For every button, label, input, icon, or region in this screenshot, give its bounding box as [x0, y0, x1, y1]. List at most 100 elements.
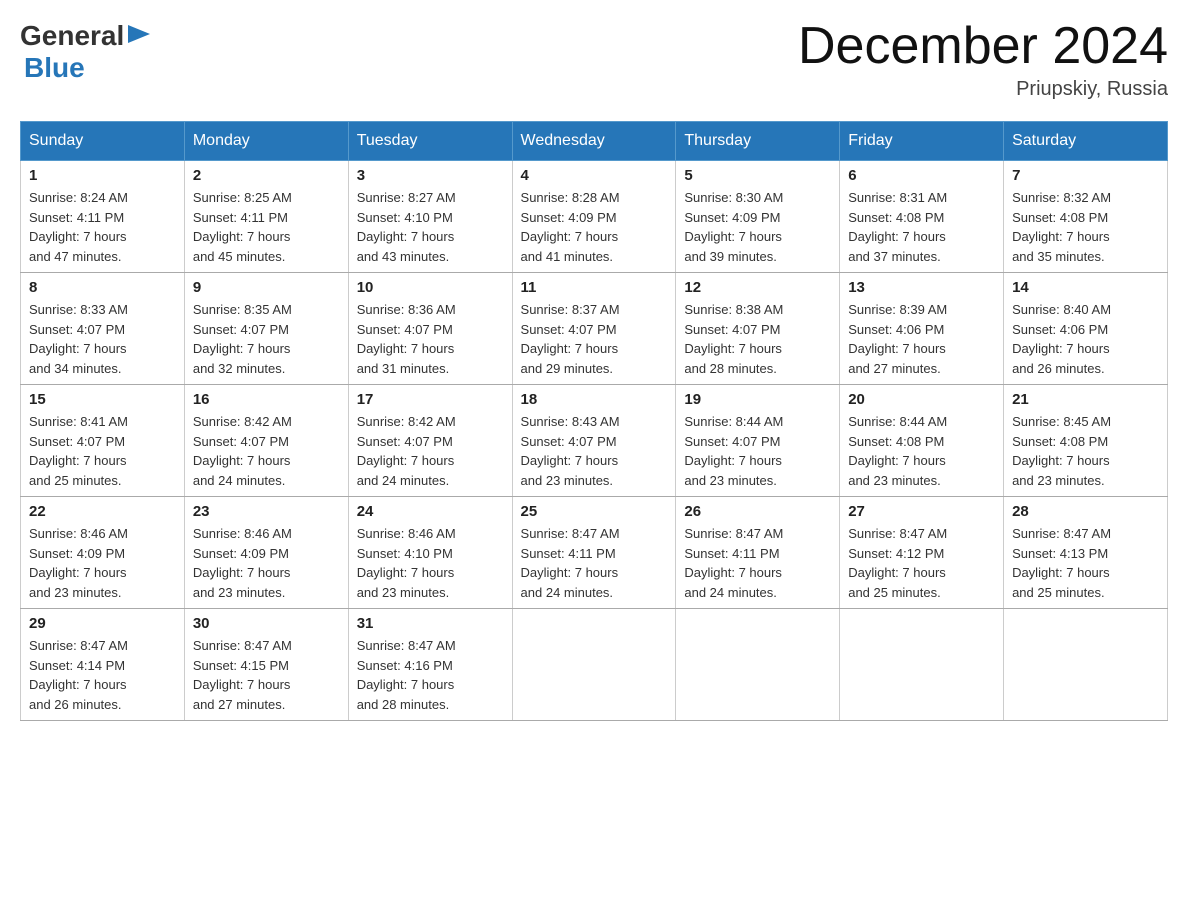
calendar-day-cell: 16 Sunrise: 8:42 AMSunset: 4:07 PMDayligh…	[184, 385, 348, 497]
day-info: Sunrise: 8:46 AMSunset: 4:09 PMDaylight:…	[193, 524, 340, 602]
calendar-week-row: 8Sunrise: 8:33 AMSunset: 4:07 PMDaylight…	[21, 273, 1168, 385]
month-title: December 2024	[798, 20, 1168, 72]
logo-blue-text: Blue	[24, 52, 85, 83]
calendar-day-cell: 3 Sunrise: 8:27 AMSunset: 4:10 PMDaylight…	[348, 161, 512, 273]
day-info: Sunrise: 8:41 AMSunset: 4:07 PMDaylight:…	[29, 412, 176, 490]
calendar-day-cell: 27 Sunrise: 8:47 AMSunset: 4:12 PMDayligh…	[840, 497, 1004, 609]
day-number: 12	[684, 279, 831, 296]
day-info: Sunrise: 8:36 AMSunset: 4:07 PMDaylight:…	[357, 300, 504, 378]
calendar-day-cell: 15Sunrise: 8:41 AMSunset: 4:07 PMDayligh…	[21, 385, 185, 497]
day-number: 2	[193, 167, 340, 184]
day-number: 23	[193, 503, 340, 520]
logo-general-text: General	[20, 20, 124, 52]
day-info: Sunrise: 8:37 AMSunset: 4:07 PMDaylight:…	[521, 300, 668, 378]
day-info: Sunrise: 8:47 AMSunset: 4:14 PMDaylight:…	[29, 636, 176, 714]
calendar-day-cell: 23 Sunrise: 8:46 AMSunset: 4:09 PMDayligh…	[184, 497, 348, 609]
day-number: 1	[29, 167, 176, 184]
calendar-day-cell: 14 Sunrise: 8:40 AMSunset: 4:06 PMDayligh…	[1004, 273, 1168, 385]
location-text: Priupskiy, Russia	[798, 78, 1168, 101]
calendar-day-cell: 21 Sunrise: 8:45 AMSunset: 4:08 PMDayligh…	[1004, 385, 1168, 497]
day-info: Sunrise: 8:35 AMSunset: 4:07 PMDaylight:…	[193, 300, 340, 378]
calendar-header-row: SundayMondayTuesdayWednesdayThursdayFrid…	[21, 122, 1168, 161]
day-number: 25	[521, 503, 668, 520]
logo: General Blue	[20, 20, 152, 84]
calendar-day-cell: 1 Sunrise: 8:24 AMSunset: 4:11 PMDaylight…	[21, 161, 185, 273]
day-info: Sunrise: 8:46 AMSunset: 4:09 PMDaylight:…	[29, 524, 176, 602]
calendar-day-cell: 28Sunrise: 8:47 AMSunset: 4:13 PMDayligh…	[1004, 497, 1168, 609]
day-info: Sunrise: 8:45 AMSunset: 4:08 PMDaylight:…	[1012, 412, 1159, 490]
day-info: Sunrise: 8:47 AMSunset: 4:16 PMDaylight:…	[357, 636, 504, 714]
calendar-day-cell	[512, 609, 676, 721]
calendar-day-cell: 25 Sunrise: 8:47 AMSunset: 4:11 PMDayligh…	[512, 497, 676, 609]
day-number: 10	[357, 279, 504, 296]
calendar-day-cell: 18Sunrise: 8:43 AMSunset: 4:07 PMDayligh…	[512, 385, 676, 497]
day-number: 8	[29, 279, 176, 296]
logo-arrow-icon	[128, 25, 150, 48]
day-number: 9	[193, 279, 340, 296]
day-info: Sunrise: 8:46 AMSunset: 4:10 PMDaylight:…	[357, 524, 504, 602]
day-number: 29	[29, 615, 176, 632]
day-info: Sunrise: 8:31 AMSunset: 4:08 PMDaylight:…	[848, 188, 995, 266]
day-info: Sunrise: 8:47 AMSunset: 4:13 PMDaylight:…	[1012, 524, 1159, 602]
day-number: 6	[848, 167, 995, 184]
calendar-day-cell: 30Sunrise: 8:47 AMSunset: 4:15 PMDayligh…	[184, 609, 348, 721]
day-number: 27	[848, 503, 995, 520]
day-info: Sunrise: 8:47 AMSunset: 4:11 PMDaylight:…	[684, 524, 831, 602]
calendar-day-cell: 20Sunrise: 8:44 AMSunset: 4:08 PMDayligh…	[840, 385, 1004, 497]
day-of-week-header: Saturday	[1004, 122, 1168, 161]
calendar-day-cell: 9 Sunrise: 8:35 AMSunset: 4:07 PMDaylight…	[184, 273, 348, 385]
day-info: Sunrise: 8:47 AMSunset: 4:15 PMDaylight:…	[193, 636, 340, 714]
day-info: Sunrise: 8:47 AMSunset: 4:11 PMDaylight:…	[521, 524, 668, 602]
day-number: 4	[521, 167, 668, 184]
day-info: Sunrise: 8:42 AMSunset: 4:07 PMDaylight:…	[357, 412, 504, 490]
day-number: 14	[1012, 279, 1159, 296]
calendar-table: SundayMondayTuesdayWednesdayThursdayFrid…	[20, 121, 1168, 721]
day-number: 19	[684, 391, 831, 408]
calendar-day-cell	[676, 609, 840, 721]
calendar-day-cell: 7Sunrise: 8:32 AMSunset: 4:08 PMDaylight…	[1004, 161, 1168, 273]
day-info: Sunrise: 8:43 AMSunset: 4:07 PMDaylight:…	[521, 412, 668, 490]
day-number: 3	[357, 167, 504, 184]
calendar-week-row: 22Sunrise: 8:46 AMSunset: 4:09 PMDayligh…	[21, 497, 1168, 609]
day-info: Sunrise: 8:40 AMSunset: 4:06 PMDaylight:…	[1012, 300, 1159, 378]
day-number: 21	[1012, 391, 1159, 408]
calendar-day-cell: 17 Sunrise: 8:42 AMSunset: 4:07 PMDayligh…	[348, 385, 512, 497]
calendar-week-row: 29 Sunrise: 8:47 AMSunset: 4:14 PMDayligh…	[21, 609, 1168, 721]
day-info: Sunrise: 8:39 AMSunset: 4:06 PMDaylight:…	[848, 300, 995, 378]
day-of-week-header: Wednesday	[512, 122, 676, 161]
calendar-week-row: 15Sunrise: 8:41 AMSunset: 4:07 PMDayligh…	[21, 385, 1168, 497]
calendar-day-cell: 12 Sunrise: 8:38 AMSunset: 4:07 PMDayligh…	[676, 273, 840, 385]
calendar-day-cell: 19 Sunrise: 8:44 AMSunset: 4:07 PMDayligh…	[676, 385, 840, 497]
day-number: 13	[848, 279, 995, 296]
calendar-day-cell	[840, 609, 1004, 721]
day-number: 16	[193, 391, 340, 408]
day-info: Sunrise: 8:44 AMSunset: 4:07 PMDaylight:…	[684, 412, 831, 490]
day-of-week-header: Friday	[840, 122, 1004, 161]
calendar-day-cell: 10 Sunrise: 8:36 AMSunset: 4:07 PMDayligh…	[348, 273, 512, 385]
day-number: 7	[1012, 167, 1159, 184]
day-number: 31	[357, 615, 504, 632]
day-number: 26	[684, 503, 831, 520]
day-info: Sunrise: 8:38 AMSunset: 4:07 PMDaylight:…	[684, 300, 831, 378]
calendar-day-cell: 13 Sunrise: 8:39 AMSunset: 4:06 PMDayligh…	[840, 273, 1004, 385]
calendar-day-cell	[1004, 609, 1168, 721]
day-info: Sunrise: 8:25 AMSunset: 4:11 PMDaylight:…	[193, 188, 340, 266]
day-number: 11	[521, 279, 668, 296]
day-of-week-header: Monday	[184, 122, 348, 161]
day-of-week-header: Sunday	[21, 122, 185, 161]
day-info: Sunrise: 8:42 AMSunset: 4:07 PMDaylight:…	[193, 412, 340, 490]
calendar-day-cell: 6 Sunrise: 8:31 AMSunset: 4:08 PMDaylight…	[840, 161, 1004, 273]
day-number: 20	[848, 391, 995, 408]
page-header: General Blue December 2024 Priupskiy, Ru…	[20, 20, 1168, 101]
day-info: Sunrise: 8:27 AMSunset: 4:10 PMDaylight:…	[357, 188, 504, 266]
day-info: Sunrise: 8:30 AMSunset: 4:09 PMDaylight:…	[684, 188, 831, 266]
day-info: Sunrise: 8:24 AMSunset: 4:11 PMDaylight:…	[29, 188, 176, 266]
calendar-day-cell: 29 Sunrise: 8:47 AMSunset: 4:14 PMDayligh…	[21, 609, 185, 721]
day-number: 17	[357, 391, 504, 408]
day-of-week-header: Thursday	[676, 122, 840, 161]
calendar-day-cell: 5Sunrise: 8:30 AMSunset: 4:09 PMDaylight…	[676, 161, 840, 273]
day-info: Sunrise: 8:47 AMSunset: 4:12 PMDaylight:…	[848, 524, 995, 602]
calendar-week-row: 1 Sunrise: 8:24 AMSunset: 4:11 PMDaylight…	[21, 161, 1168, 273]
calendar-day-cell: 22Sunrise: 8:46 AMSunset: 4:09 PMDayligh…	[21, 497, 185, 609]
calendar-day-cell: 11 Sunrise: 8:37 AMSunset: 4:07 PMDayligh…	[512, 273, 676, 385]
